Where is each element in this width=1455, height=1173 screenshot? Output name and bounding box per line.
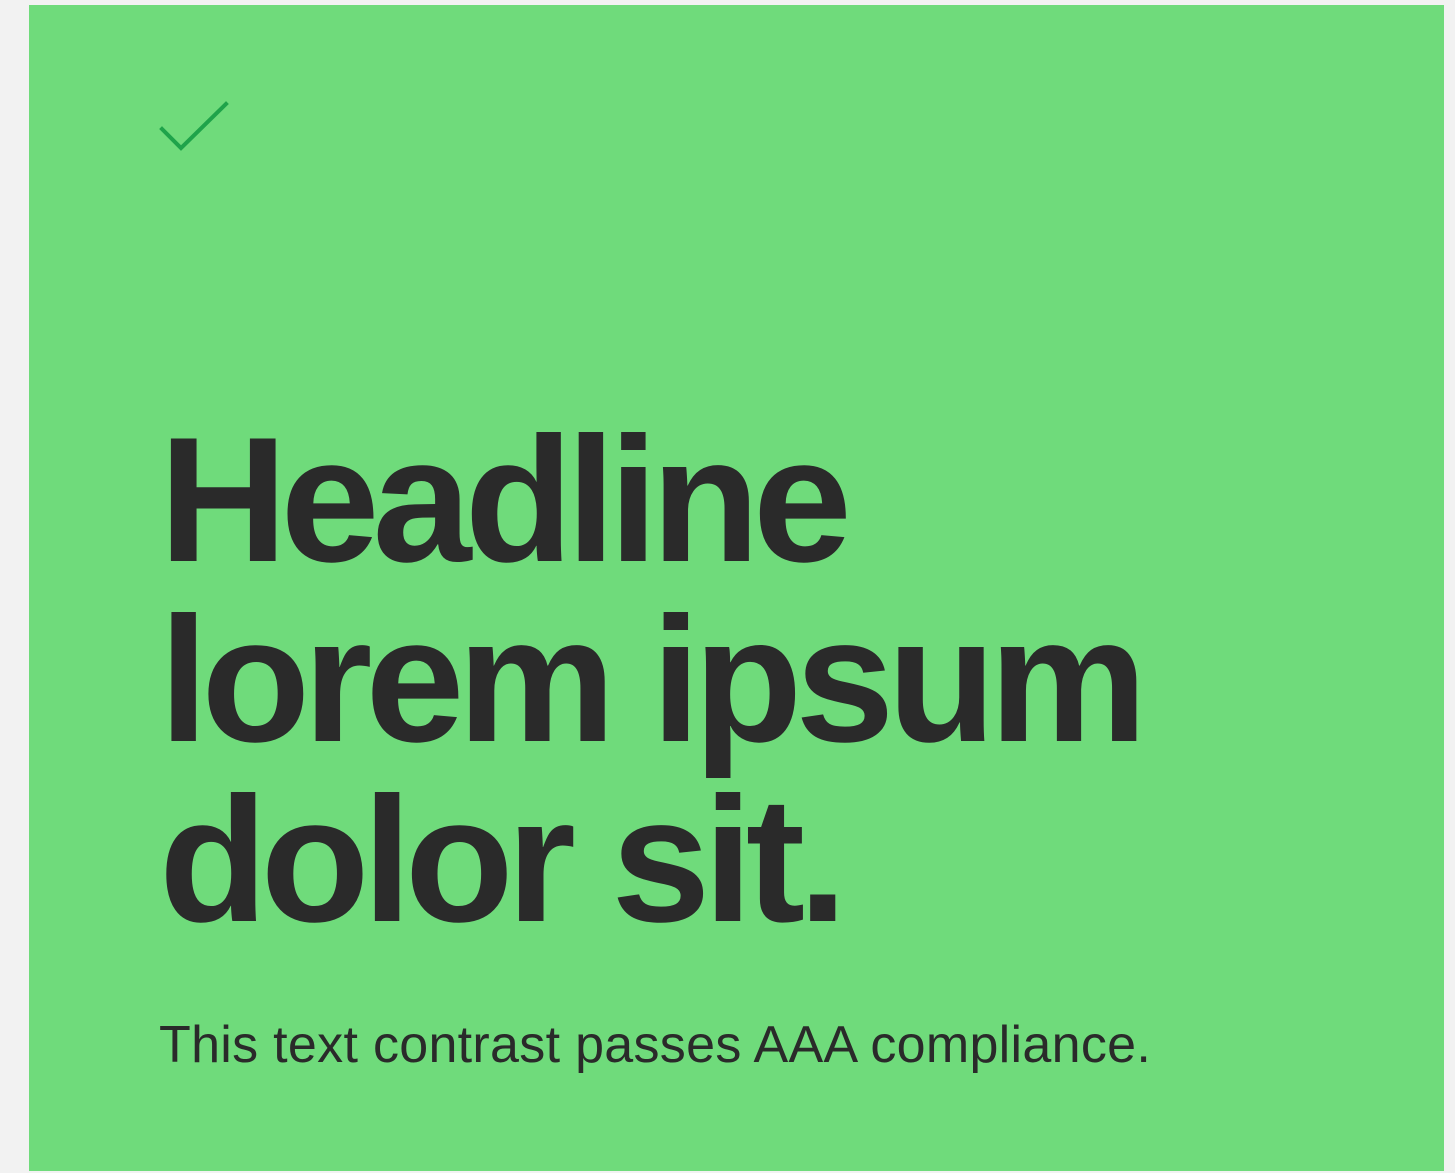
headline-line: Headline	[159, 400, 852, 599]
headline-line: dolor sit.	[159, 760, 848, 959]
compliance-caption: This text contrast passes AAA compliance…	[159, 1016, 1152, 1074]
check-icon	[159, 101, 229, 151]
page-background: Headline lorem ipsum dolor sit. This tex…	[0, 0, 1455, 1173]
headline: Headline lorem ipsum dolor sit.	[159, 410, 1359, 950]
contrast-sample-card: Headline lorem ipsum dolor sit. This tex…	[29, 5, 1444, 1171]
headline-line: lorem ipsum	[159, 580, 1147, 779]
